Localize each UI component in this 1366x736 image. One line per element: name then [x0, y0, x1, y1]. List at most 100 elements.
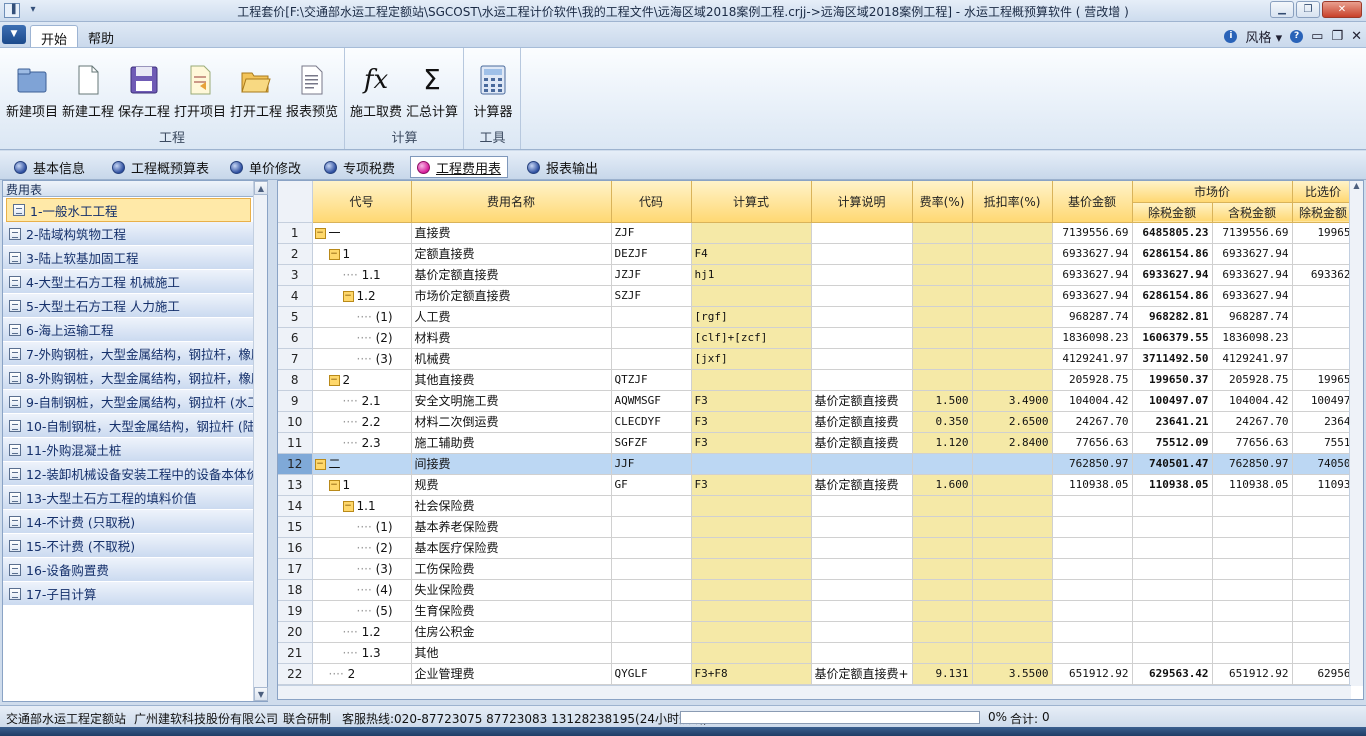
cell-name[interactable]: 安全文明施工费	[411, 390, 612, 412]
cell-market-inc[interactable]: 110938.05	[1212, 474, 1293, 496]
cell-formula[interactable]	[691, 600, 812, 622]
collapse-icon[interactable]: −	[342, 290, 354, 302]
cell-code[interactable]: − 二	[312, 453, 412, 475]
cell-compare-ex[interactable]	[1292, 495, 1355, 517]
cell-market-ex[interactable]: 740501.47	[1132, 453, 1213, 475]
cell-deduct[interactable]	[972, 327, 1053, 349]
grid-corner[interactable]	[278, 181, 313, 223]
col-header-deduct[interactable]: 抵扣率(%)	[972, 181, 1053, 223]
row-number[interactable]: 9	[278, 390, 313, 412]
tab-start[interactable]: 开始	[30, 25, 79, 48]
cell-market-inc[interactable]: 7139556.69	[1212, 222, 1293, 244]
cell-rate[interactable]: 0.350	[912, 411, 973, 433]
cell-code[interactable]: ···· (1)	[312, 516, 412, 538]
fee-row[interactable]: 11 ···· 2.3 施工辅助费 SGFZF F3 基价定额直接费 1.120 2.8400…	[278, 432, 1355, 454]
cell-compare-ex[interactable]: 19965	[1292, 222, 1355, 244]
cell-desc[interactable]	[811, 642, 913, 664]
row-number[interactable]: 6	[278, 327, 313, 349]
cell-code[interactable]: ···· 2.1	[312, 390, 412, 412]
cell-base[interactable]: 6933627.94	[1052, 264, 1133, 286]
cell-formula[interactable]	[691, 537, 812, 559]
row-number[interactable]: 10	[278, 411, 313, 433]
app-menu-button[interactable]: ▼	[2, 25, 26, 44]
cell-rate[interactable]	[912, 327, 973, 349]
col-header-formula[interactable]: 计算式	[691, 181, 812, 223]
cell-deduct[interactable]	[972, 222, 1053, 244]
cell-code[interactable]: ···· 1.1	[312, 264, 412, 286]
col-header-compare-ex[interactable]: 除税金额	[1292, 202, 1355, 223]
cell-rate[interactable]	[912, 285, 973, 307]
cell-base[interactable]: 104004.42	[1052, 390, 1133, 412]
cell-base[interactable]	[1052, 600, 1133, 622]
cell-desc[interactable]	[811, 453, 913, 475]
cell-market-inc[interactable]: 651912.92	[1212, 663, 1293, 685]
scroll-up-icon[interactable]: ▲	[254, 181, 268, 195]
row-number[interactable]: 5	[278, 306, 313, 328]
cell-desc[interactable]: 基价定额直接费	[811, 432, 913, 454]
cell-abbr[interactable]: SZJF	[611, 285, 692, 307]
fee-row[interactable]: 18 ···· (4) 失业保险费	[278, 579, 1355, 601]
cell-formula[interactable]: F3	[691, 474, 812, 496]
cell-rate[interactable]	[912, 222, 973, 244]
cell-abbr[interactable]	[611, 495, 692, 517]
grid-horizontal-scrollbar[interactable]	[278, 685, 1351, 699]
cell-rate[interactable]	[912, 348, 973, 370]
fee-row[interactable]: 7 ···· (3) 机械费 [jxf] 4129241.97 3711492.50 412…	[278, 348, 1355, 370]
save-project-button[interactable]: 保存工程	[116, 64, 172, 120]
cell-code[interactable]: −2	[312, 369, 412, 391]
col-header-abbr[interactable]: 代码	[611, 181, 692, 223]
row-number[interactable]: 7	[278, 348, 313, 370]
cell-market-ex[interactable]: 6485805.23	[1132, 222, 1213, 244]
cell-market-ex[interactable]: 6933627.94	[1132, 264, 1213, 286]
cell-rate[interactable]: 9.131	[912, 663, 973, 685]
nav-report-output[interactable]: 报表输出	[527, 157, 598, 177]
cell-market-ex[interactable]: 968282.81	[1132, 306, 1213, 328]
cell-compare-ex[interactable]: 11093	[1292, 474, 1355, 496]
fee-table-item[interactable]: 12-装卸机械设备安装工程中的设备本体价值	[3, 462, 255, 486]
cell-abbr[interactable]	[611, 348, 692, 370]
nav-budget-table[interactable]: 工程概预算表	[112, 157, 209, 177]
cell-compare-ex[interactable]: 7551	[1292, 432, 1355, 454]
cell-code[interactable]: − 一	[312, 222, 412, 244]
cell-name[interactable]: 直接费	[411, 222, 612, 244]
fee-table-item[interactable]: 9-自制钢桩，大型金属结构，钢拉杆 (水工)	[3, 390, 255, 414]
cell-desc[interactable]	[811, 348, 913, 370]
fee-row[interactable]: 1− 一直接费 ZJF 7139556.69 6485805.23 7139556.69 1…	[278, 222, 1355, 244]
cell-market-inc[interactable]: 762850.97	[1212, 453, 1293, 475]
fee-row[interactable]: 19 ···· (5) 生育保险费	[278, 600, 1355, 622]
cell-market-ex[interactable]	[1132, 642, 1213, 664]
fee-row[interactable]: 12− 二间接费 JJF 762850.97 740501.47 762850.97 740…	[278, 453, 1355, 475]
tab-help[interactable]: 帮助	[78, 25, 124, 47]
panel-splitter[interactable]	[270, 180, 276, 702]
cell-code[interactable]: ···· (5)	[312, 600, 412, 622]
fee-row[interactable]: 9 ···· 2.1 安全文明施工费 AQWMSGF F3 基价定额直接费 1.500 3.4…	[278, 390, 1355, 412]
cell-name[interactable]: 其他直接费	[411, 369, 612, 391]
fee-table-scrollbar[interactable]: ▲ ▼	[253, 181, 268, 701]
cell-base[interactable]	[1052, 516, 1133, 538]
row-number[interactable]: 13	[278, 474, 313, 496]
cell-market-ex[interactable]: 3711492.50	[1132, 348, 1213, 370]
cell-market-inc[interactable]	[1212, 537, 1293, 559]
fee-table-item[interactable]: 8-外购钢桩，大型金属结构，钢拉杆，橡胶护舷	[3, 366, 255, 390]
cell-market-ex[interactable]	[1132, 579, 1213, 601]
cell-desc[interactable]	[811, 495, 913, 517]
fee-table-item[interactable]: 7-外购钢桩，大型金属结构，钢拉杆，橡胶护舷	[3, 342, 255, 366]
row-number[interactable]: 15	[278, 516, 313, 538]
cell-compare-ex[interactable]: 693362	[1292, 264, 1355, 286]
cell-desc[interactable]	[811, 600, 913, 622]
cell-code[interactable]: ···· 2	[312, 663, 412, 685]
cell-compare-ex[interactable]	[1292, 537, 1355, 559]
row-number[interactable]: 18	[278, 579, 313, 601]
col-header-code[interactable]: 代号	[312, 181, 412, 223]
cell-formula[interactable]: [rgf]	[691, 306, 812, 328]
cell-deduct[interactable]	[972, 264, 1053, 286]
col-header-market[interactable]: 市场价	[1132, 181, 1293, 203]
row-number[interactable]: 2	[278, 243, 313, 265]
cell-deduct[interactable]: 2.6500	[972, 411, 1053, 433]
cell-name[interactable]: 住房公积金	[411, 621, 612, 643]
row-number[interactable]: 19	[278, 600, 313, 622]
cell-formula[interactable]	[691, 285, 812, 307]
cell-base[interactable]: 1836098.23	[1052, 327, 1133, 349]
cell-compare-ex[interactable]: 19965	[1292, 369, 1355, 391]
cell-base[interactable]: 6933627.94	[1052, 243, 1133, 265]
